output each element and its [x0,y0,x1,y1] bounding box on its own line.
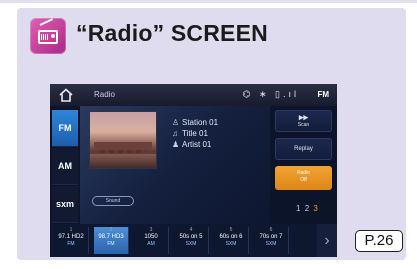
station-row: ♙ Station 01 [172,118,218,127]
music-note-icon: ♫ [172,129,178,138]
radio-toggle-button[interactable]: Radio Off [275,166,332,190]
band-column: FM AM sxm [50,106,80,224]
title-row: ♫ Title 01 [172,129,208,138]
scan-button[interactable]: ▸▸ Scan [275,110,332,132]
radio-sub-label: Off [300,177,307,183]
band-button-am[interactable]: AM [52,148,78,185]
radio-label: Radio [296,170,311,176]
artist-row: ♟ Artist 01 [172,140,211,149]
status-icons: ⌬ ∗ ▯.ıl [242,89,299,99]
preset-page-2[interactable]: 2 [305,204,310,213]
station-icon: ♙ [172,118,180,127]
preset-5[interactable]: 5 60s on 6 SXM [214,227,249,254]
home-icon[interactable] [58,88,74,102]
preset-page-1[interactable]: 1 [296,204,301,213]
preset-4[interactable]: 4 50s on 5 SXM [174,227,209,254]
now-playing-area: ♙ Station 01 ♫ Title 01 ♟ Artist 01 Sound [80,106,270,224]
top-rule [0,0,417,3]
artist-label: Artist 01 [182,140,212,149]
preset-page-indicator[interactable]: 1 2 3 [296,204,319,213]
preset-2[interactable]: 2 98.7 HD3 FM [94,227,129,254]
album-art [90,112,156,168]
band-button-sxm[interactable]: sxm [52,186,78,223]
preset-1[interactable]: 1 97.1 HD2 FM [54,227,89,254]
person-icon: ♟ [172,140,180,149]
radio-screen-screenshot: Radio ⌬ ∗ ▯.ıl FM FM AM sxm ♙ Station 01 … [50,84,337,257]
band-indicator: FM [317,90,329,99]
preset-3[interactable]: 3 1050 AM [134,227,169,254]
title-label: Title 01 [182,129,208,138]
preset-page-3[interactable]: 3 [313,204,318,213]
scan-label: Scan [297,122,310,128]
station-label: Station 01 [182,118,219,127]
fast-forward-icon: ▸▸ [298,112,309,122]
replay-label: Replay [294,146,313,152]
sound-button[interactable]: Sound [92,196,134,206]
preset-strip: 1 97.1 HD2 FM 2 98.7 HD3 FM 3 1050 AM 4 … [50,224,337,257]
status-bar: Radio ⌬ ∗ ▯.ıl FM [50,84,337,106]
chevron-right-icon[interactable]: › [317,224,337,257]
page-reference: P.26 [355,230,403,252]
replay-button[interactable]: Replay [275,138,332,160]
band-button-fm[interactable]: FM [52,110,78,147]
right-controls: ▸▸ Scan Replay Radio Off 1 2 3 [270,106,337,224]
section-title: “Radio” SCREEN [76,20,268,46]
status-title: Radio [94,90,115,99]
radio-icon [30,18,66,54]
preset-6[interactable]: 6 70s on 7 SXM [254,227,289,254]
